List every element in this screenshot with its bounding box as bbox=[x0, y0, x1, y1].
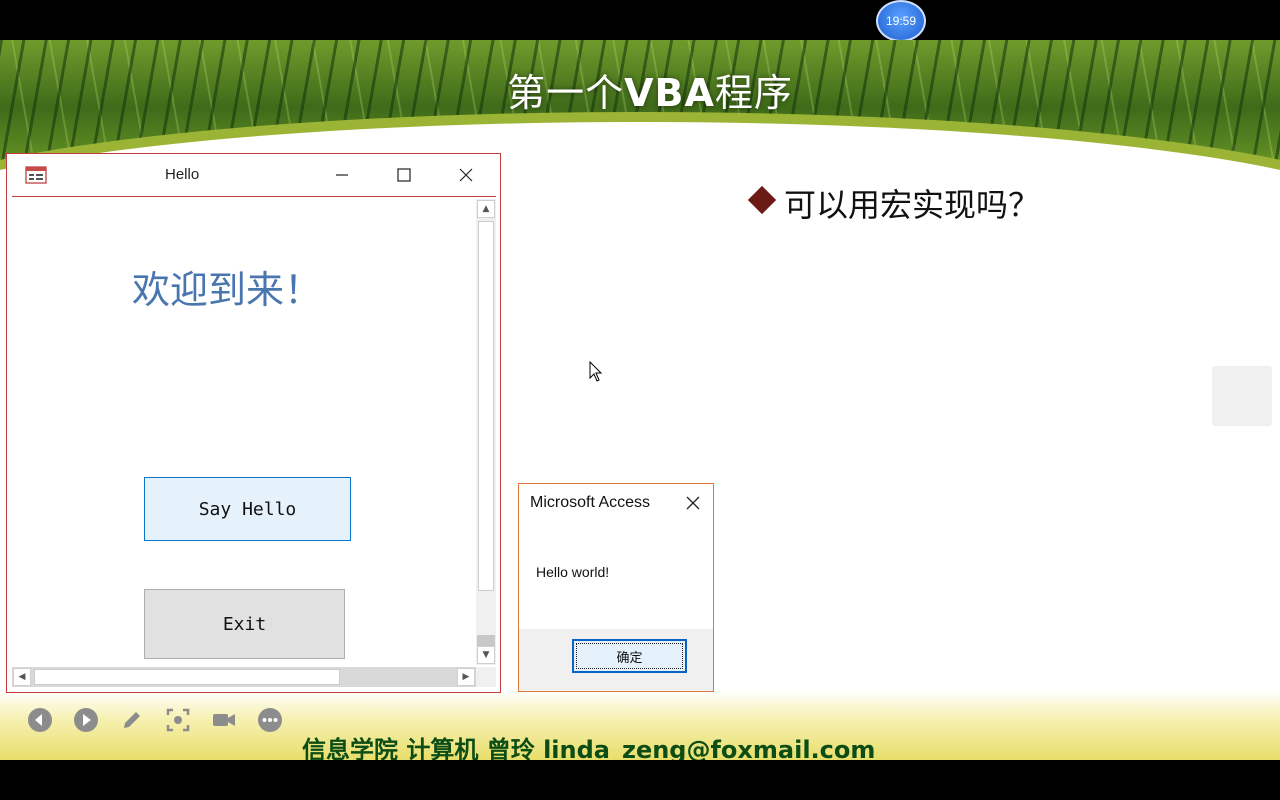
clock-badge: 19:59 bbox=[876, 0, 926, 42]
exit-button[interactable]: Exit bbox=[144, 589, 345, 659]
bullet-text: 可以用宏实现吗？ bbox=[784, 186, 1041, 224]
window-titlebar[interactable]: Hello bbox=[7, 154, 500, 196]
ok-button[interactable]: 确定 bbox=[572, 639, 687, 673]
player-controls bbox=[26, 705, 284, 735]
vertical-scrollbar[interactable]: ▲ ▼ bbox=[476, 199, 496, 665]
play-icon bbox=[74, 708, 98, 732]
slide-title-bold: VBA bbox=[624, 71, 715, 115]
scroll-right-icon[interactable]: ▶ bbox=[457, 668, 475, 686]
scroll-left-icon[interactable]: ◀ bbox=[13, 668, 31, 686]
minimize-icon bbox=[336, 174, 348, 176]
scrollbar-corner bbox=[476, 667, 496, 687]
message-text: Hello world! bbox=[536, 564, 610, 580]
vertical-scroll-thumb[interactable] bbox=[478, 221, 494, 591]
more-button[interactable] bbox=[256, 706, 284, 734]
more-icon bbox=[258, 708, 282, 732]
message-box-title: Microsoft Access bbox=[530, 494, 651, 511]
form-icon bbox=[25, 166, 47, 184]
title-separator bbox=[12, 196, 496, 197]
camera-icon bbox=[213, 714, 235, 726]
screenshot-icon bbox=[166, 708, 190, 732]
message-box-close-button[interactable] bbox=[681, 492, 705, 514]
maximize-icon bbox=[397, 168, 411, 182]
side-panel-tab[interactable] bbox=[1212, 366, 1272, 426]
minimize-button[interactable] bbox=[327, 162, 357, 188]
form-body: 欢迎到来！ Say Hello Exit bbox=[12, 199, 476, 665]
slide-title-prefix: 第一个 bbox=[507, 71, 625, 115]
pen-button[interactable] bbox=[118, 706, 146, 734]
pen-icon bbox=[124, 712, 140, 728]
slide-title: 第一个VBA程序 bbox=[0, 62, 1280, 117]
hello-form-window: Hello 欢迎到来！ Say Hello Exit ▲ ▼ ◀ ▶ bbox=[6, 153, 501, 693]
window-title: Hello bbox=[165, 166, 200, 183]
camera-button[interactable] bbox=[210, 706, 238, 734]
welcome-label: 欢迎到来！ bbox=[132, 268, 323, 312]
horizontal-scroll-thumb[interactable] bbox=[34, 669, 340, 685]
previous-button[interactable] bbox=[26, 706, 54, 734]
mouse-cursor-icon bbox=[589, 361, 603, 382]
slide-bullet: 可以用宏实现吗？ bbox=[747, 180, 1041, 226]
diamond-bullet-icon bbox=[747, 185, 777, 215]
play-button[interactable] bbox=[72, 706, 100, 734]
close-icon bbox=[686, 496, 700, 510]
maximize-button[interactable] bbox=[389, 162, 419, 188]
slide-title-suffix: 程序 bbox=[714, 71, 793, 115]
footer-credit: 信息学院 计算机 曾玲 linda_zeng@foxmail.com bbox=[302, 736, 876, 760]
close-icon bbox=[459, 168, 473, 182]
message-box: Microsoft Access Hello world! 确定 bbox=[518, 483, 714, 692]
message-box-footer: 确定 bbox=[519, 629, 713, 691]
slide: 第一个VBA程序 可以用宏实现吗？ 信息学院 计算机 曾玲 linda_zeng… bbox=[0, 40, 1280, 760]
close-button[interactable] bbox=[451, 162, 481, 188]
screenshot-button[interactable] bbox=[164, 706, 192, 734]
scroll-up-icon[interactable]: ▲ bbox=[477, 200, 495, 218]
top-bar bbox=[0, 0, 1280, 40]
horizontal-scrollbar[interactable]: ◀ ▶ bbox=[12, 667, 476, 687]
previous-icon bbox=[28, 708, 52, 732]
say-hello-button[interactable]: Say Hello bbox=[144, 477, 351, 541]
scroll-down-icon[interactable]: ▼ bbox=[477, 646, 495, 664]
bottom-bar bbox=[0, 760, 1280, 800]
